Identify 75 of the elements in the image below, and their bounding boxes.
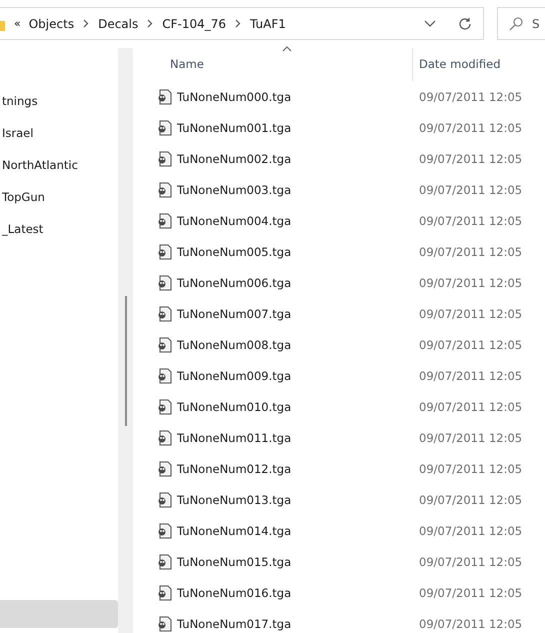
- scrollbar[interactable]: [118, 48, 133, 633]
- scrollbar-thumb[interactable]: [125, 296, 127, 426]
- date-modified: 09/07/2011 12:05: [418, 554, 522, 568]
- file-name[interactable]: TuNoneNum012.tga: [177, 462, 292, 476]
- date-modified: 09/07/2011 12:05: [418, 616, 522, 630]
- breadcrumb[interactable]: Objects: [28, 16, 76, 30]
- file-name[interactable]: TuNoneNum001.tga: [177, 120, 292, 134]
- date-modified: 09/07/2011 12:05: [418, 276, 522, 290]
- file-name[interactable]: TuNoneNum005.tga: [177, 244, 292, 258]
- breadcrumb[interactable]: CF-104_76: [161, 16, 228, 30]
- date-modified: 09/07/2011 12:05: [418, 368, 522, 382]
- date-modified: 09/07/2011 12:05: [418, 462, 522, 476]
- date-modified: 09/07/2011 12:05: [418, 524, 522, 538]
- breadcrumb[interactable]: TuAF1: [249, 16, 287, 30]
- column-header[interactable]: Name: [157, 48, 412, 81]
- date-modified: 09/07/2011 12:05: [418, 182, 522, 196]
- image-file-icon: [157, 460, 172, 476]
- image-file-icon: [157, 244, 172, 260]
- file-name[interactable]: TuNoneNum015.tga: [177, 554, 292, 568]
- image-file-icon: [157, 182, 172, 198]
- column-header[interactable]: Date modified: [412, 48, 545, 81]
- date-modified: 09/07/2011 12:05: [418, 152, 522, 166]
- sidebar-item[interactable]: _Latest: [0, 213, 118, 245]
- chevron-right-icon: [235, 19, 242, 28]
- image-file-icon: [157, 88, 172, 104]
- image-file-icon: [157, 212, 172, 228]
- image-file-icon: [157, 398, 172, 414]
- sidebar-item[interactable]: Israel: [0, 117, 118, 149]
- file-name[interactable]: TuNoneNum006.tga: [177, 276, 292, 290]
- date-modified: 09/07/2011 12:05: [418, 120, 522, 134]
- file-name[interactable]: TuNoneNum009.tga: [177, 368, 292, 382]
- sidebar-item[interactable]: TopGun: [0, 181, 118, 213]
- file-name[interactable]: TuNoneNum010.tga: [177, 400, 292, 414]
- date-modified: 09/07/2011 12:05: [418, 214, 522, 228]
- image-file-icon: [157, 336, 172, 352]
- date-modified: 09/07/2011 12:05: [418, 244, 522, 258]
- overflow-chevron[interactable]: «: [14, 17, 21, 30]
- date-modified: 09/07/2011 12:05: [418, 430, 522, 444]
- file-name[interactable]: TuNoneNum002.tga: [177, 152, 292, 166]
- date-modified: 09/07/2011 12:05: [418, 400, 522, 414]
- file-name[interactable]: TuNoneNum014.tga: [177, 524, 292, 538]
- image-file-icon: [157, 306, 172, 322]
- file-name[interactable]: TuNoneNum003.tga: [177, 182, 292, 196]
- image-file-icon: [157, 274, 172, 290]
- date-modified: 09/07/2011 12:05: [418, 338, 522, 352]
- breadcrumb[interactable]: Decals: [97, 16, 140, 30]
- file-name[interactable]: TuNoneNum016.tga: [177, 586, 292, 600]
- sidebar-item[interactable]: tnings: [0, 85, 118, 117]
- file-name[interactable]: TuNoneNum004.tga: [177, 214, 292, 228]
- search-field[interactable]: S: [497, 7, 545, 40]
- date-modified: 09/07/2011 12:05: [418, 586, 522, 600]
- file-name[interactable]: TuNoneNum007.tga: [177, 306, 292, 320]
- date-modified: 09/07/2011 12:05: [418, 492, 522, 506]
- image-file-icon: [157, 584, 172, 600]
- file-name[interactable]: TuNoneNum017.tga: [177, 616, 292, 630]
- date-modified: 09/07/2011 12:05: [418, 90, 522, 104]
- address-bar[interactable]: « Objects Decals CF-104_76 TuAF1: [0, 7, 484, 40]
- image-file-icon: [157, 522, 172, 538]
- chevron-right-icon: [147, 19, 154, 28]
- image-file-icon: [157, 150, 172, 166]
- image-file-icon: [157, 120, 172, 136]
- file-name[interactable]: TuNoneNum013.tga: [177, 492, 292, 506]
- sidebar-item[interactable]: NorthAtlantic: [0, 149, 118, 181]
- image-file-icon: [157, 368, 172, 384]
- dropdown-icon[interactable]: [424, 20, 436, 27]
- image-file-icon: [157, 554, 172, 570]
- refresh-icon[interactable]: [458, 16, 472, 30]
- image-file-icon: [157, 492, 172, 508]
- file-name[interactable]: TuNoneNum008.tga: [177, 338, 292, 352]
- chevron-right-icon: [83, 19, 90, 28]
- file-name[interactable]: TuNoneNum011.tga: [177, 430, 292, 444]
- sort-caret-icon: [282, 46, 292, 52]
- file-name[interactable]: TuNoneNum000.tga: [177, 90, 292, 104]
- image-file-icon: [157, 430, 172, 446]
- date-modified: 09/07/2011 12:05: [418, 306, 522, 320]
